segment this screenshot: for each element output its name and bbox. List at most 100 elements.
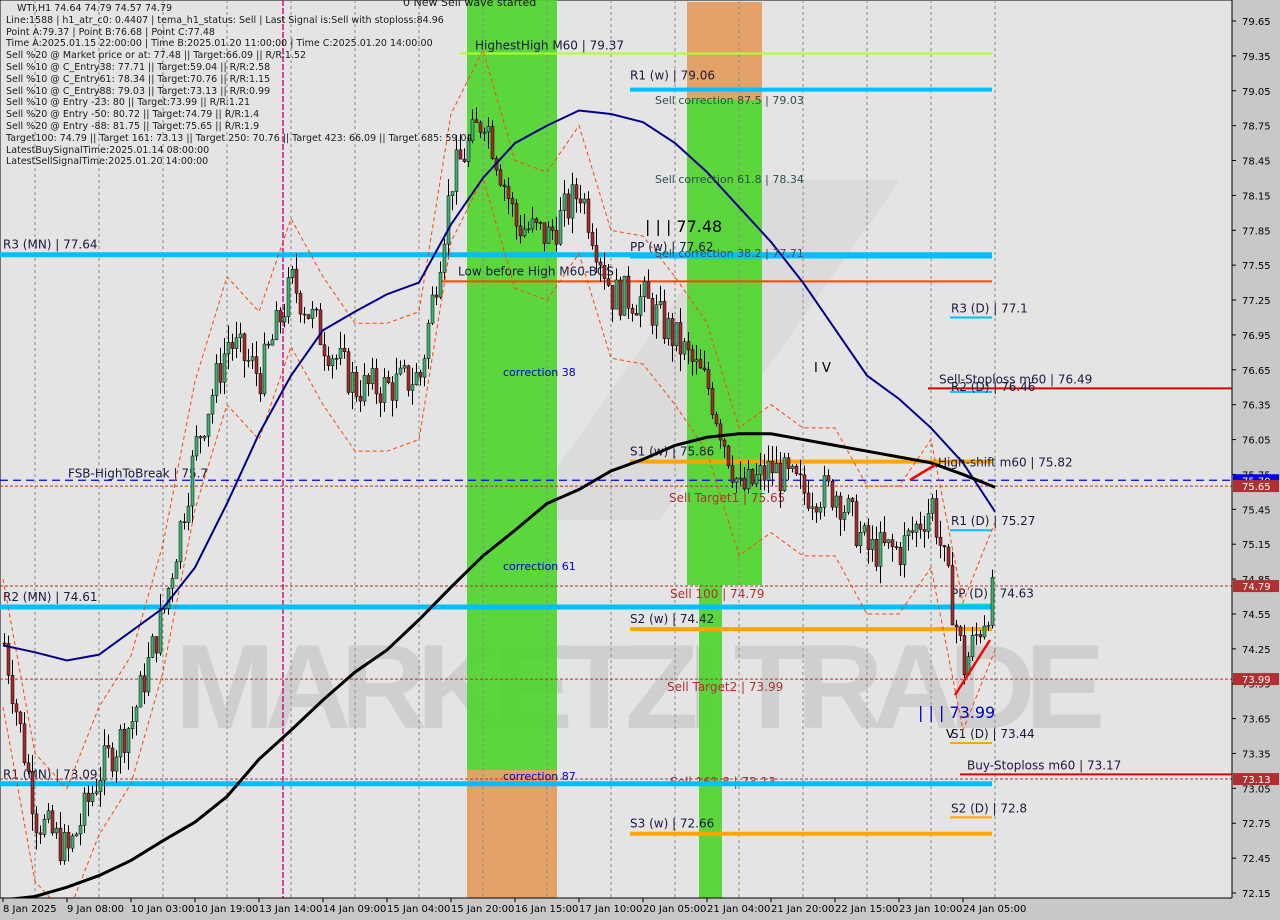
chart-annotation: | | | 77.48: [645, 217, 722, 236]
candle-body: [662, 301, 667, 339]
price-tick-label: 75.45: [1242, 505, 1271, 516]
candle-body: [258, 373, 263, 395]
info-line: Target100: 74.79 || Target 161: 73.13 ||…: [6, 132, 473, 144]
time-tick-label: 21 Jan 04:00: [707, 904, 770, 915]
time-tick-label: 15 Jan 20:00: [451, 904, 514, 915]
candle-body: [294, 268, 299, 294]
candle-body: [298, 292, 303, 315]
candle-body: [778, 462, 783, 492]
indicator-info-panel: WTI,H1 74.64 74.79 74.57 74.79 Line:1588…: [6, 3, 473, 168]
candle-body: [530, 218, 535, 230]
info-line: LatestBuySignalTime:2025.01.14 08:00:00: [6, 144, 210, 156]
candle-body: [234, 337, 239, 349]
time-tick-label: 14 Jan 09:00: [323, 904, 386, 915]
level-label: S2 (w) | 74.42: [630, 612, 714, 626]
candle-body: [518, 225, 523, 237]
candle-body: [86, 792, 91, 802]
candle-body: [286, 277, 291, 317]
level-label: R3 (MN) | 77.64: [3, 238, 98, 252]
candle-body: [438, 272, 443, 298]
candle-body: [14, 703, 19, 713]
candle-body: [146, 657, 151, 693]
price-tick-label: 72.45: [1242, 854, 1271, 865]
candle-body: [694, 359, 699, 362]
price-tick-label: 78.75: [1242, 122, 1271, 133]
candle-body: [946, 546, 951, 566]
candle-body: [482, 131, 487, 134]
candle-body: [674, 322, 679, 347]
time-tick-label: 17 Jan 10:00: [579, 904, 642, 915]
candle-body: [378, 393, 383, 403]
time-tick-label: 15 Jan 04:00: [387, 904, 450, 915]
candle-body: [710, 388, 715, 415]
candle-body: [746, 469, 751, 490]
candle-body: [526, 228, 531, 231]
price-tick-label: 75.15: [1242, 540, 1271, 551]
candle-body: [370, 368, 375, 385]
candle-body: [50, 810, 55, 834]
candle-body: [242, 333, 247, 361]
candle-body: [334, 358, 339, 360]
candle-body: [914, 523, 919, 533]
candle-body: [830, 480, 835, 508]
candle-body: [318, 309, 323, 345]
candle-body: [302, 313, 307, 316]
candle-body: [954, 624, 959, 628]
candle-body: [182, 521, 187, 523]
candle-body: [582, 198, 587, 204]
candle-body: [538, 222, 543, 224]
candle-body: [798, 473, 803, 476]
candle-body: [942, 545, 947, 548]
candle-body: [542, 222, 547, 244]
price-tick-label: 76.05: [1242, 436, 1271, 447]
candle-body: [782, 457, 787, 492]
candle-body: [734, 478, 739, 483]
candle-body: [670, 318, 675, 347]
candle-body: [374, 368, 379, 395]
candle-body: [722, 439, 727, 447]
level-label: R2 (MN) | 74.61: [3, 590, 98, 604]
candle-body: [982, 625, 987, 638]
candle-body: [762, 465, 767, 481]
candle-body: [10, 674, 15, 705]
candle-body: [110, 747, 115, 772]
candle-body: [94, 791, 99, 794]
candle-body: [610, 285, 615, 310]
candle-body: [22, 723, 27, 764]
candle-body: [598, 261, 603, 266]
candle-body: [894, 546, 899, 549]
price-axis: [1232, 0, 1280, 898]
candle-body: [198, 436, 203, 439]
candle-body: [6, 643, 11, 676]
fibo-zone: [467, 770, 557, 898]
candle-body: [902, 535, 907, 565]
candle-body: [794, 465, 799, 475]
fibo-zone: [687, 2, 762, 100]
candle-body: [678, 322, 683, 355]
candle-body: [934, 498, 939, 538]
candle-body: [66, 832, 71, 849]
candle-body: [174, 561, 179, 579]
candle-body: [886, 539, 891, 544]
candle-body: [278, 310, 283, 323]
candle-body: [754, 474, 759, 485]
candle-body: [118, 729, 123, 758]
candle-body: [262, 343, 267, 395]
candle-body: [698, 359, 703, 369]
candle-body: [490, 126, 495, 159]
candle-body: [962, 635, 967, 676]
time-tick-label: 23 Jan 10:00: [899, 904, 962, 915]
candle-body: [570, 184, 575, 219]
chart-annotation: correction 38: [503, 366, 576, 379]
candle-body: [950, 565, 955, 626]
candle-body: [34, 813, 39, 834]
candle-body: [726, 445, 731, 467]
candle-body: [514, 203, 519, 227]
price-tick-label: 79.05: [1242, 87, 1271, 98]
candle-body: [750, 469, 755, 485]
candle-body: [414, 372, 419, 386]
candle-body: [926, 512, 931, 532]
candle-body: [850, 498, 855, 502]
candle-body: [554, 230, 559, 245]
candle-body: [418, 372, 423, 378]
